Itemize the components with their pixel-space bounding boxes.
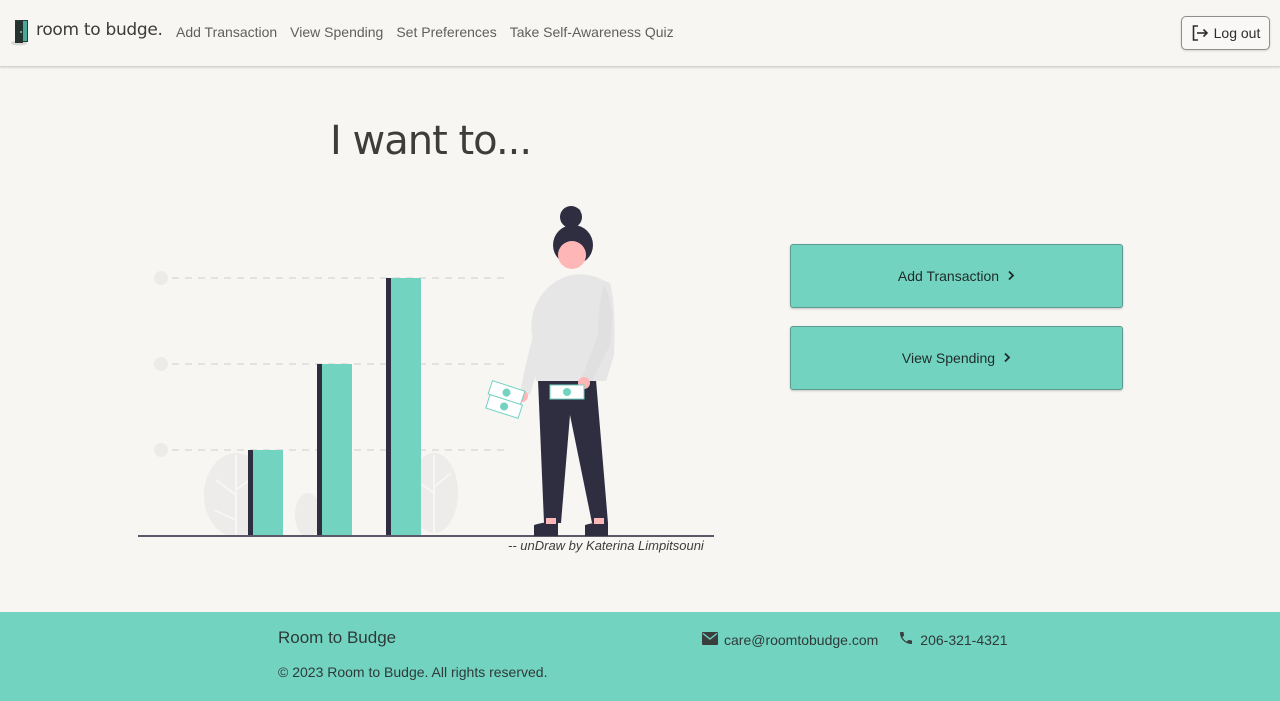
nav-link-self-awareness-quiz[interactable]: Take Self-Awareness Quiz [510,24,674,40]
nav-links: Add Transaction View Spending Set Prefer… [176,24,674,40]
grid-dot [154,357,168,371]
logout-icon [1191,24,1209,42]
chevron-right-icon [1007,269,1015,284]
door-icon [10,18,32,46]
add-transaction-label: Add Transaction [897,268,1000,284]
grid-dot [154,443,168,457]
nav-link-view-spending[interactable]: View Spending [290,24,383,40]
navbar: room to budge. Add Transaction View Spen… [0,0,1280,67]
logout-button[interactable]: Log out [1181,16,1270,50]
footer-email[interactable]: care@roomtobudge.com [702,631,879,648]
grid-dot [154,271,168,285]
footer-contact: care@roomtobudge.com 206-321-4321 [702,630,1007,649]
footer-phone[interactable]: 206-321-4321 [898,630,1007,649]
phone-icon [898,630,914,649]
footer: Room to Budge © 2023 Room to Budge. All … [0,612,1280,701]
add-transaction-button[interactable]: Add Transaction [790,244,1123,308]
hero-illustration [136,205,716,540]
brand-name: room to budge. [36,20,163,40]
chevron-right-icon [1003,351,1011,366]
email-text: care@roomtobudge.com [724,631,879,648]
view-spending-button[interactable]: View Spending [790,326,1123,390]
logout-label: Log out [1213,25,1261,41]
bar [391,278,421,536]
nav-link-set-preferences[interactable]: Set Preferences [396,24,496,40]
bar [253,450,283,536]
woman-figure [485,206,615,536]
footer-brand: Room to Budge [278,628,397,647]
nav-link-add-transaction[interactable]: Add Transaction [176,24,277,40]
phone-text: 206-321-4321 [920,631,1008,648]
illustration-credit: -- unDraw by Katerina Limpitsouni [508,538,704,553]
bar [322,364,352,536]
brand-logo[interactable]: room to budge. [10,18,163,46]
mail-icon [702,631,718,648]
footer-copyright: © 2023 Room to Budge. All rights reserve… [278,664,548,680]
page-title: I want to... [330,118,532,164]
view-spending-label: View Spending [901,350,996,366]
